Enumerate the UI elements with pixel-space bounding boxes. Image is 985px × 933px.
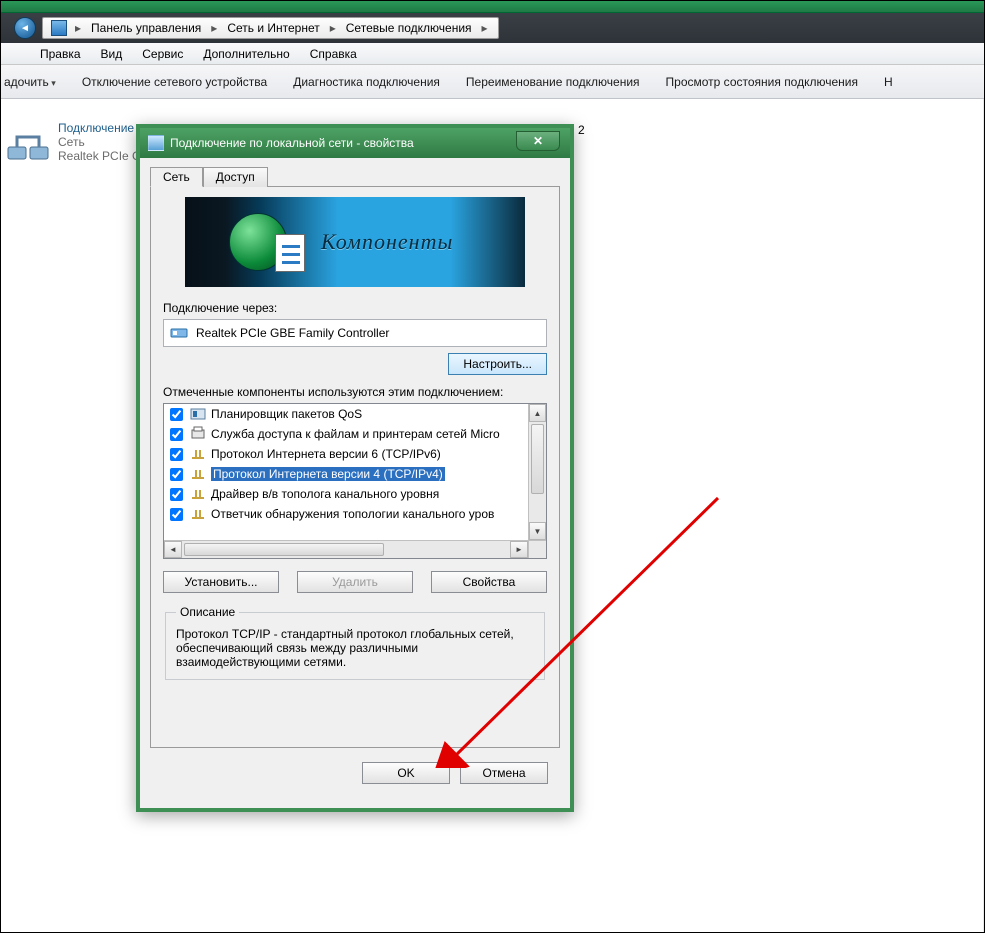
components-listbox[interactable]: Планировщик пакетов QoS Служба доступа к…	[163, 403, 547, 559]
install-button[interactable]: Установить...	[163, 571, 279, 593]
component-checkbox[interactable]	[170, 468, 183, 481]
list-item: Служба доступа к файлам и принтерам сете…	[164, 424, 528, 444]
protocol-icon	[190, 486, 206, 502]
component-checkbox[interactable]	[170, 488, 183, 501]
vertical-scrollbar[interactable]: ▲ ▼	[528, 404, 546, 540]
chevron-right-icon: ▸	[328, 21, 338, 35]
tab-sharing[interactable]: Доступ	[203, 167, 268, 187]
menu-edit[interactable]: Правка	[34, 45, 87, 63]
dialog-title: Подключение по локальной сети - свойства	[170, 136, 414, 150]
protocol-icon	[190, 506, 206, 522]
view-status-button[interactable]: Просмотр состояния подключения	[666, 75, 858, 89]
cancel-button[interactable]: Отмена	[460, 762, 548, 784]
scroll-down-icon[interactable]: ▼	[529, 522, 546, 540]
network-adapter-icon	[4, 121, 52, 169]
menu-advanced[interactable]: Дополнительно	[197, 45, 295, 63]
description-text: Протокол TCP/IP - стандартный протокол г…	[176, 627, 534, 669]
tab-strip: Сеть Доступ	[150, 166, 560, 186]
list-item: Драйвер в/в тополога канального уровня	[164, 484, 528, 504]
component-label: Драйвер в/в тополога канального уровня	[211, 487, 439, 501]
breadcrumb-item-network-connections[interactable]: Сетевые подключения	[340, 18, 478, 38]
protocol-icon	[190, 466, 206, 482]
description-group: Описание Протокол TCP/IP - стандартный п…	[165, 605, 545, 680]
component-label: Планировщик пакетов QoS	[211, 407, 362, 421]
uninstall-button: Удалить	[297, 571, 413, 593]
scroll-thumb[interactable]	[184, 543, 384, 556]
control-panel-icon	[51, 20, 67, 36]
horizontal-scrollbar[interactable]: ◄ ►	[164, 540, 528, 558]
adapter-name: Realtek PCIe GBE Family Controller	[196, 326, 389, 340]
component-label: Ответчик обнаружения топологии канальног…	[211, 507, 494, 521]
banner-text: Компоненты	[321, 229, 453, 255]
ok-button[interactable]: OK	[362, 762, 450, 784]
properties-button[interactable]: Свойства	[431, 571, 547, 593]
description-legend: Описание	[176, 605, 239, 619]
menu-view[interactable]: Вид	[95, 45, 129, 63]
breadcrumb: ▸ Панель управления ▸ Сеть и Интернет ▸ …	[42, 17, 499, 39]
menu-bar: Правка Вид Сервис Дополнительно Справка	[0, 43, 985, 65]
scroll-left-icon[interactable]: ◄	[164, 541, 182, 558]
chevron-right-icon: ▸	[209, 21, 219, 35]
component-label: Служба доступа к файлам и принтерам сете…	[211, 427, 500, 441]
component-label: Протокол Интернета версии 6 (TCP/IPv6)	[211, 447, 441, 461]
list-item: Протокол Интернета версии 6 (TCP/IPv6)	[164, 444, 528, 464]
nav-back-button[interactable]: ◄	[14, 17, 36, 39]
dialog-titlebar[interactable]: Подключение по локальной сети - свойства…	[140, 128, 570, 158]
chevron-right-icon: ▸	[73, 21, 83, 35]
components-label: Отмеченные компоненты используются этим …	[163, 385, 547, 399]
component-checkbox[interactable]	[170, 508, 183, 521]
qos-icon	[190, 406, 206, 422]
network-icon	[148, 135, 164, 151]
tab-network[interactable]: Сеть	[150, 167, 203, 187]
properties-dialog: Подключение по локальной сети - свойства…	[136, 124, 574, 812]
menu-help[interactable]: Справка	[304, 45, 363, 63]
list-item: Планировщик пакетов QoS	[164, 404, 528, 424]
list-item: Ответчик обнаружения топологии канальног…	[164, 504, 528, 524]
breadcrumb-item-control-panel[interactable]: Панель управления	[85, 18, 207, 38]
close-button[interactable]: ✕	[516, 131, 560, 151]
breadcrumb-item-network-internet[interactable]: Сеть и Интернет	[221, 18, 325, 38]
window-titlebar-remnant	[0, 0, 985, 13]
protocol-icon	[190, 446, 206, 462]
banner: Компоненты	[185, 197, 525, 287]
organize-button[interactable]: адочить	[4, 75, 56, 89]
scroll-right-icon[interactable]: ►	[510, 541, 528, 558]
menu-tools[interactable]: Сервис	[136, 45, 189, 63]
adapter-box: Realtek PCIe GBE Family Controller	[163, 319, 547, 347]
component-checkbox[interactable]	[170, 428, 183, 441]
scroll-up-icon[interactable]: ▲	[529, 404, 546, 422]
address-bar: ◄ ▸ Панель управления ▸ Сеть и Интернет …	[0, 13, 985, 43]
component-checkbox[interactable]	[170, 448, 183, 461]
close-icon: ✕	[533, 134, 543, 148]
list-item: Протокол Интернета версии 4 (TCP/IPv4)	[164, 464, 528, 484]
chevron-right-icon: ▸	[480, 21, 490, 35]
command-bar: адочить Отключение сетевого устройства Д…	[0, 65, 985, 99]
tab-panel-network: Компоненты Подключение через: Realtek PC…	[150, 186, 560, 748]
component-checkbox[interactable]	[170, 408, 183, 421]
scroll-thumb[interactable]	[531, 424, 544, 494]
component-label: Протокол Интернета версии 4 (TCP/IPv4)	[211, 467, 445, 481]
file-print-share-icon	[190, 426, 206, 442]
checklist-icon	[275, 234, 305, 272]
scroll-corner	[528, 540, 546, 558]
connect-label: Подключение через:	[163, 301, 547, 315]
truncated-command[interactable]: Н	[884, 75, 893, 89]
configure-button[interactable]: Настроить...	[448, 353, 547, 375]
nic-icon	[170, 324, 188, 342]
diagnose-connection-button[interactable]: Диагностика подключения	[293, 75, 440, 89]
disable-device-button[interactable]: Отключение сетевого устройства	[82, 75, 267, 89]
rename-connection-button[interactable]: Переименование подключения	[466, 75, 640, 89]
